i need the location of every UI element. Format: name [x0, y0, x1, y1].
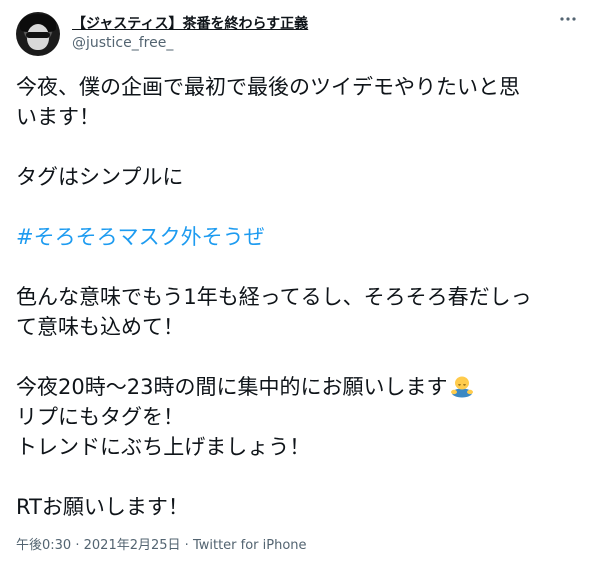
text-line: タグはシンプルに	[16, 165, 184, 189]
text-line: リプにもタグを！	[16, 405, 184, 429]
text-line: います！	[16, 105, 100, 129]
hashtag-link[interactable]: #そろそろマスク外そうぜ	[16, 225, 265, 249]
more-horizontal-icon[interactable]	[559, 10, 577, 32]
author-names: 【ジャスティス】茶番を終わらす正義 @justice_free_	[72, 15, 308, 53]
meta-separator: ·	[184, 538, 189, 553]
tweet-source[interactable]: Twitter for iPhone	[193, 538, 307, 553]
tweet-paragraph: RTお願いします！	[16, 492, 576, 522]
tweet-metadata: 午後0:30 · 2021年2月25日 · Twitter for iPhone	[16, 537, 307, 555]
user-handle[interactable]: @justice_free_	[72, 34, 308, 53]
text-line: RTお願いします！	[16, 495, 189, 519]
display-name[interactable]: 【ジャスティス】茶番を終わらす正義	[72, 15, 308, 34]
text-line: 今夜20時〜23時の間に集中的にお願いします	[16, 375, 448, 399]
text-line: 色んな意味でもう1年も経ってるし、そろそろ春だしっ	[16, 285, 532, 309]
text-line: トレンドにぶち上げましょう！	[16, 435, 311, 459]
tweet-card: 【ジャスティス】茶番を終わらす正義 @justice_free_ 今夜、僕の企画…	[0, 0, 595, 568]
text-line: て意味も込めて！	[16, 315, 184, 339]
tweet-header: 【ジャスティス】茶番を終わらす正義 @justice_free_	[16, 12, 308, 56]
tweet-paragraph: 色んな意味でもう1年も経ってるし、そろそろ春だしっ て意味も込めて！	[16, 282, 576, 342]
more-dots-svg	[560, 17, 576, 21]
avatar-sunglasses	[26, 32, 50, 38]
person-bowing-emoji	[449, 372, 475, 398]
tweet-date[interactable]: 2021年2月25日	[84, 538, 181, 553]
tweet-paragraph: #そろそろマスク外そうぜ	[16, 222, 576, 252]
tweet-paragraph: タグはシンプルに	[16, 162, 576, 192]
meta-separator: ·	[75, 538, 80, 553]
emoji-svg	[451, 376, 474, 398]
text-line: 今夜、僕の企画で最初で最後のツイデモやりたいと思	[16, 75, 520, 99]
tweet-paragraph: 今夜20時〜23時の間に集中的にお願いします リプにもタグを！ トレンドにぶち上…	[16, 372, 576, 462]
tweet-time[interactable]: 午後0:30	[16, 538, 71, 553]
avatar[interactable]	[16, 12, 60, 56]
tweet-paragraph: 今夜、僕の企画で最初で最後のツイデモやりたいと思 います！	[16, 72, 576, 132]
tweet-text: 今夜、僕の企画で最初で最後のツイデモやりたいと思 います！ タグはシンプルに #…	[16, 72, 576, 522]
